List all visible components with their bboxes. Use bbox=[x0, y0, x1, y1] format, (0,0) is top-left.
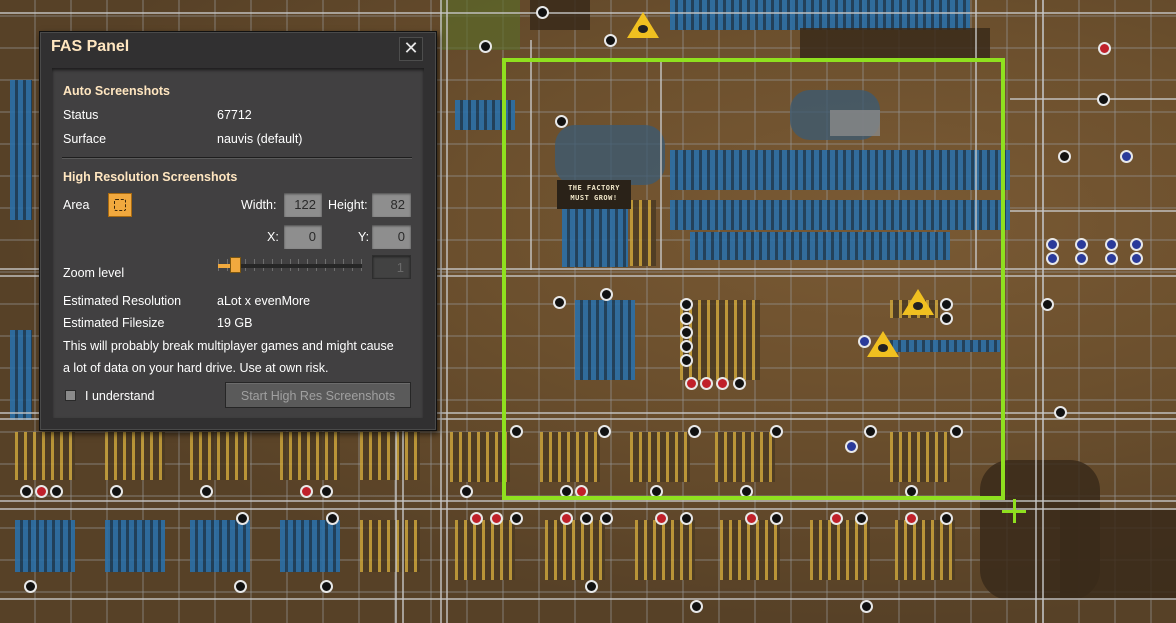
estimated-resolution-value: aLot x evenMore bbox=[217, 294, 311, 308]
close-icon: ✕ bbox=[403, 38, 419, 59]
area-select-button[interactable] bbox=[108, 193, 132, 217]
x-field[interactable]: 0 bbox=[284, 225, 322, 249]
zoom-level-label: Zoom level bbox=[63, 266, 125, 280]
close-button[interactable]: ✕ bbox=[399, 37, 423, 61]
understand-checkbox[interactable] bbox=[65, 390, 76, 401]
width-field[interactable]: 122 bbox=[284, 193, 322, 217]
understand-label: I understand bbox=[85, 389, 155, 403]
warning-text-line-1: This will probably break multiplayer gam… bbox=[63, 339, 394, 353]
dashed-selection-icon bbox=[114, 199, 126, 211]
warning-text-line-2: a lot of data on your hard drive. Use at… bbox=[63, 361, 329, 375]
x-label: X: bbox=[267, 230, 279, 244]
zoom-level-slider[interactable] bbox=[218, 257, 362, 275]
estimated-resolution-label: Estimated Resolution bbox=[63, 294, 182, 308]
panel-title: FAS Panel bbox=[51, 38, 130, 55]
area-label: Area bbox=[63, 198, 90, 212]
surface-label: Surface bbox=[63, 132, 107, 146]
y-label: Y: bbox=[358, 230, 370, 244]
zoom-slider-thumb[interactable] bbox=[230, 257, 241, 273]
start-high-res-screenshots-button[interactable]: Start High Res Screenshots bbox=[225, 382, 411, 408]
status-label: Status bbox=[63, 108, 99, 122]
height-field[interactable]: 82 bbox=[372, 193, 411, 217]
fas-panel: FAS Panel ✕ Auto Screenshots Status 6771… bbox=[39, 31, 437, 431]
surface-value: nauvis (default) bbox=[217, 132, 303, 146]
high-res-header: High Resolution Screenshots bbox=[63, 170, 238, 184]
estimated-filesize-label: Estimated Filesize bbox=[63, 316, 165, 330]
height-label: Height: bbox=[328, 198, 368, 212]
y-field[interactable]: 0 bbox=[372, 225, 411, 249]
crosshair-cursor-vertical bbox=[1013, 499, 1016, 523]
status-value: 67712 bbox=[217, 108, 252, 122]
section-divider bbox=[62, 157, 412, 158]
screenshot-area-selection[interactable] bbox=[502, 58, 1005, 500]
estimated-filesize-value: 19 GB bbox=[217, 316, 253, 330]
auto-screenshots-header: Auto Screenshots bbox=[63, 84, 170, 98]
zoom-level-field: 1 bbox=[372, 255, 411, 279]
panel-content: Auto Screenshots Status 67712 Surface na… bbox=[52, 68, 424, 418]
width-label: Width: bbox=[241, 198, 277, 212]
